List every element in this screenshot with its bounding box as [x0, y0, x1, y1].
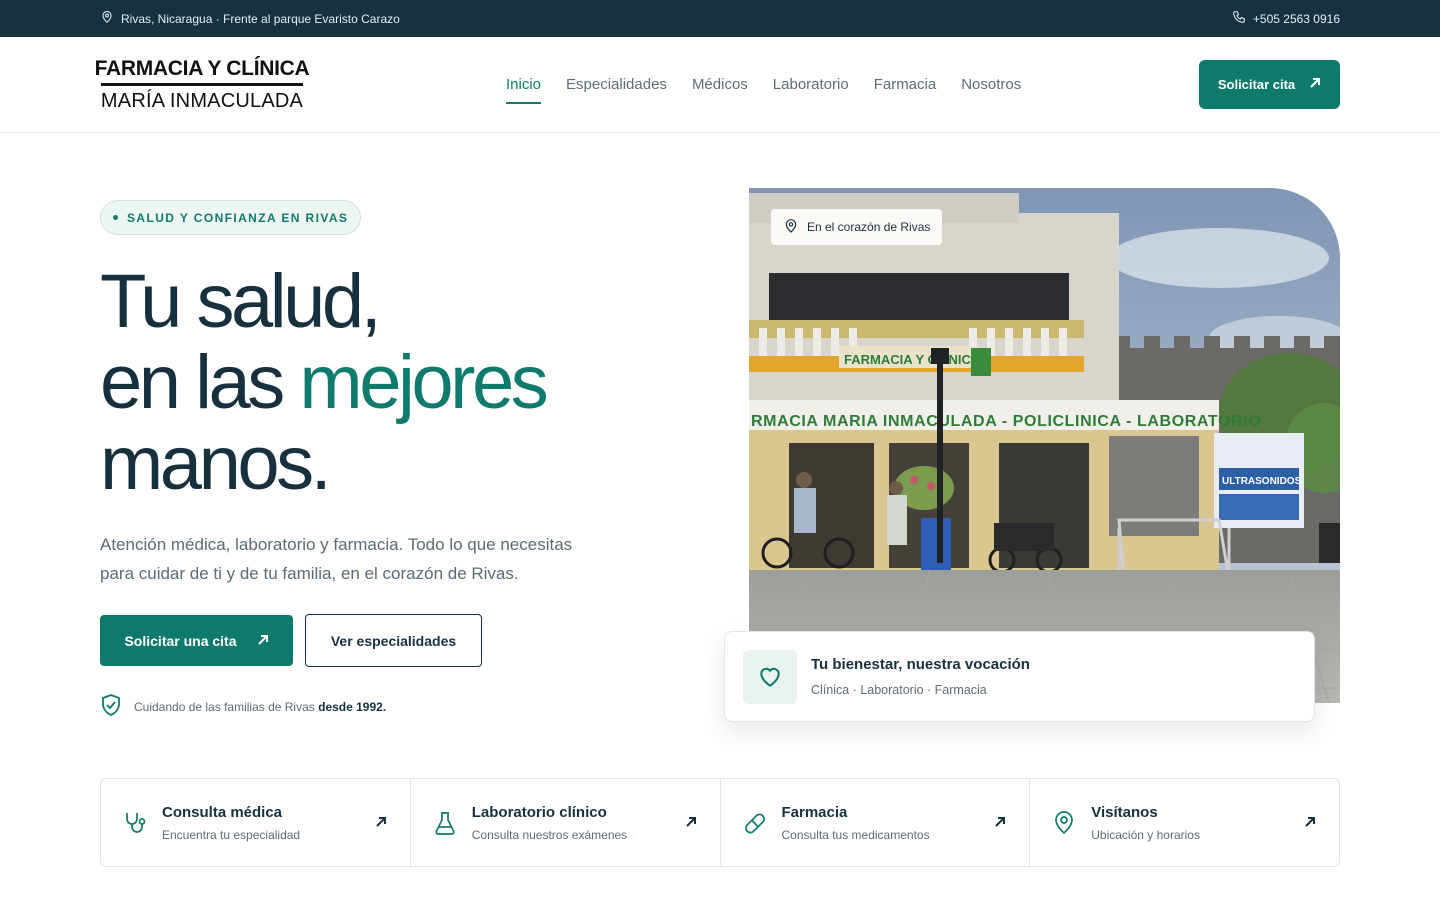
- solicitar-cita-button[interactable]: Solicitar cita: [1199, 60, 1340, 109]
- primary-cta-label: Solicitar una cita: [124, 632, 237, 649]
- arrow-up-right-icon: [257, 633, 269, 649]
- address-text: Rivas, Nicaragua · Frente al parque Evar…: [121, 11, 400, 26]
- phone-icon: [1232, 10, 1246, 27]
- stethoscope-icon: [121, 809, 149, 837]
- headline-line-1: Tu salud,: [100, 259, 382, 344]
- arrow-up-right-icon: [684, 815, 698, 829]
- location-badge: En el corazón de Rivas: [771, 209, 943, 245]
- solicitar-cita-label: Solicitar cita: [1217, 77, 1296, 92]
- hero-badge: SALUD Y CONFIANZA EN RIVAS: [100, 200, 362, 235]
- building-sign: RMACIA MARIA INMACULADA - POLICLINICA - …: [751, 413, 1261, 430]
- ultrasound-sign: ULTRASONIDOS: [1222, 476, 1302, 487]
- nav-inicio[interactable]: Inicio: [506, 75, 542, 104]
- wellbeing-card-title: Tu bienestar, nuestra vocación: [811, 656, 1030, 673]
- trust-text-bold: desde 1992.: [318, 699, 387, 714]
- map-pin-icon: [1050, 809, 1078, 837]
- hero-lead: Atención médica, laboratorio y farmacia.…: [100, 535, 573, 583]
- headline-line-2a: en las: [100, 340, 300, 425]
- hero-headline: Tu salud, en las mejores manos.: [100, 261, 620, 504]
- hero-badge-text: SALUD Y CONFIANZA EN RIVAS: [127, 210, 349, 225]
- shield-check-icon: [100, 693, 122, 720]
- logo-line-2: MARÍA INMACULADA: [100, 89, 304, 112]
- service-visitanos[interactable]: Visítanos Ubicación y horarios: [1030, 779, 1339, 866]
- trust-text: Cuidando de las familias de Rivas desde …: [134, 700, 386, 714]
- services-strip: Consulta médica Encuentra tu especialida…: [100, 778, 1340, 867]
- service-title: Visítanos: [1091, 803, 1158, 821]
- clinic-storefront-photo: FARMACIA Y CLÍNICA RMACIA MARIA INMACULA…: [749, 188, 1340, 703]
- service-title: Farmacia: [781, 803, 848, 821]
- nav-medicos[interactable]: Médicos: [692, 75, 748, 95]
- hero-content: SALUD Y CONFIANZA EN RIVAS Tu salud, en …: [100, 200, 620, 720]
- location-badge-text: En el corazón de Rivas: [807, 220, 931, 234]
- wellbeing-card-text: Tu bienestar, nuestra vocación Clínica ·…: [811, 656, 1030, 697]
- logo-line-1: FARMACIA Y CLÍNICA: [94, 56, 310, 80]
- service-subtitle: Consulta nuestros exámenes: [471, 827, 628, 842]
- service-text: Laboratorio clínico Consulta nuestros ex…: [472, 804, 627, 842]
- ver-especialidades-button[interactable]: Ver especialidades: [305, 614, 482, 667]
- headline-accent: mejores: [299, 340, 548, 425]
- trust-text-main: Cuidando de las familias de Rivas: [134, 699, 319, 714]
- service-subtitle: Consulta tus medicamentos: [781, 827, 930, 842]
- headline-line-3: manos.: [100, 421, 332, 506]
- service-title: Laboratorio clínico: [471, 803, 607, 821]
- service-text: Visítanos Ubicación y horarios: [1091, 804, 1200, 842]
- service-title: Consulta médica: [162, 803, 283, 821]
- arrow-up-right-icon: [1303, 815, 1317, 829]
- badge-dot: [113, 215, 118, 220]
- nav-farmacia[interactable]: Farmacia: [874, 75, 937, 95]
- map-pin-icon: [783, 218, 799, 237]
- balcony-sign: FARMACIA Y CLÍNICA: [844, 352, 981, 367]
- site-header: FARMACIA Y CLÍNICA MARÍA INMACULADA Inic…: [0, 37, 1440, 133]
- service-subtitle: Encuentra tu especialidad: [162, 827, 301, 842]
- pill-icon: [741, 809, 769, 837]
- arrow-up-right-icon: [374, 815, 388, 829]
- service-consulta-medica[interactable]: Consulta médica Encuentra tu especialida…: [101, 779, 411, 866]
- map-pin-icon: [100, 10, 114, 27]
- service-subtitle: Ubicación y horarios: [1091, 827, 1200, 842]
- wellbeing-card: Tu bienestar, nuestra vocación Clínica ·…: [724, 631, 1315, 722]
- phone-text[interactable]: +505 2563 0916: [1253, 12, 1340, 26]
- address-info: Rivas, Nicaragua · Frente al parque Evar…: [100, 10, 400, 27]
- nav-especialidades[interactable]: Especialidades: [566, 75, 667, 95]
- trust-note: Cuidando de las familias de Rivas desde …: [100, 693, 620, 720]
- hero-cta-row: Solicitar una cita Ver especialidades: [100, 614, 620, 667]
- arrow-up-right-icon: [993, 815, 1007, 829]
- top-info-bar: Rivas, Nicaragua · Frente al parque Evar…: [0, 0, 1440, 37]
- flask-icon: [431, 809, 459, 837]
- service-text: Consulta médica Encuentra tu especialida…: [162, 804, 300, 842]
- service-text: Farmacia Consulta tus medicamentos: [782, 804, 930, 842]
- service-laboratorio[interactable]: Laboratorio clínico Consulta nuestros ex…: [411, 779, 721, 866]
- heart-icon: [743, 649, 797, 704]
- storefront-illustration: FARMACIA Y CLÍNICA RMACIA MARIA INMACULA…: [749, 188, 1340, 703]
- arrow-up-right-icon: [1309, 77, 1321, 92]
- nav-nosotros[interactable]: Nosotros: [961, 75, 1021, 95]
- clinic-logo[interactable]: FARMACIA Y CLÍNICA MARÍA INMACULADA: [95, 57, 310, 113]
- logo-divider: [101, 82, 303, 86]
- service-farmacia[interactable]: Farmacia Consulta tus medicamentos: [721, 779, 1031, 866]
- nav-laboratorio[interactable]: Laboratorio: [773, 75, 849, 95]
- wellbeing-card-subtitle: Clínica · Laboratorio · Farmacia: [811, 683, 987, 697]
- solicitar-una-cita-button[interactable]: Solicitar una cita: [100, 615, 293, 666]
- phone-info[interactable]: +505 2563 0916: [1232, 10, 1340, 27]
- main-nav: Inicio Especialidades Médicos Laboratori…: [506, 37, 1021, 133]
